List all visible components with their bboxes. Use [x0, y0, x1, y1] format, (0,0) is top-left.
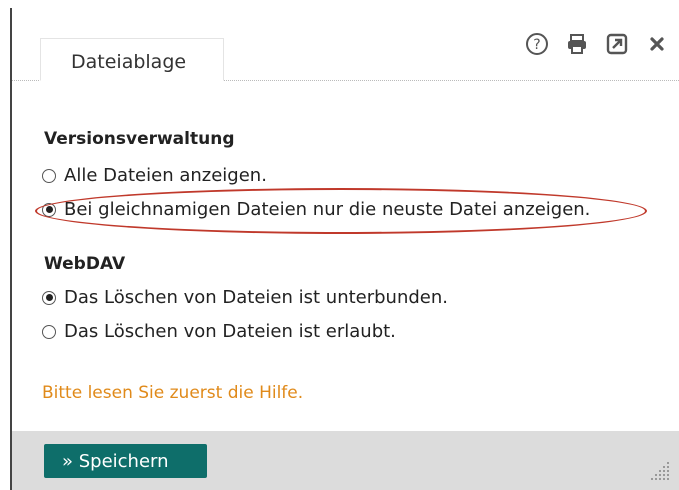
close-icon: [650, 37, 664, 51]
dialog-footer: » Speichern: [12, 431, 679, 490]
save-button[interactable]: » Speichern: [44, 444, 207, 478]
versioning-option-all[interactable]: Alle Dateien anzeigen.: [42, 165, 267, 186]
option-label: Das Löschen von Dateien ist erlaubt.: [64, 321, 396, 342]
radio-button-selected[interactable]: [42, 202, 56, 217]
radio-button[interactable]: [42, 168, 56, 183]
versioning-option-newest[interactable]: Bei gleichnamigen Dateien nur die neuste…: [42, 199, 590, 220]
svg-text:?: ?: [533, 37, 540, 53]
external-link-icon: [606, 33, 628, 55]
help-hint-text: Bitte lesen Sie zuerst die Hilfe.: [42, 383, 304, 403]
webdav-title: WebDAV: [44, 254, 126, 274]
tab-dateiablage[interactable]: Dateiablage: [40, 38, 224, 81]
radio-button-selected[interactable]: [42, 290, 56, 305]
versioning-title: Versionsverwaltung: [44, 129, 235, 149]
print-button[interactable]: [563, 30, 591, 58]
option-label: Bei gleichnamigen Dateien nur die neuste…: [64, 199, 591, 220]
webdav-option-allowed[interactable]: Das Löschen von Dateien ist erlaubt.: [42, 321, 396, 342]
dialog-content: Versionsverwaltung Alle Dateien anzeigen…: [12, 81, 679, 431]
close-button[interactable]: [643, 30, 671, 58]
question-circle-icon: ?: [526, 33, 548, 55]
printer-icon: [568, 34, 586, 54]
radio-button[interactable]: [42, 324, 56, 339]
option-label: Alle Dateien anzeigen.: [64, 165, 267, 186]
file-storage-dialog: Dateiablage ? Versionsverwaltung Alle Da…: [10, 8, 679, 490]
open-external-button[interactable]: [603, 30, 631, 58]
webdav-option-forbidden[interactable]: Das Löschen von Dateien ist unterbunden.: [42, 287, 448, 308]
dialog-header: Dateiablage ?: [12, 8, 679, 81]
resize-grip-icon[interactable]: [649, 460, 671, 482]
option-label: Das Löschen von Dateien ist unterbunden.: [64, 287, 449, 308]
dialog-toolbar: ?: [523, 30, 671, 58]
help-button[interactable]: ?: [523, 30, 551, 58]
